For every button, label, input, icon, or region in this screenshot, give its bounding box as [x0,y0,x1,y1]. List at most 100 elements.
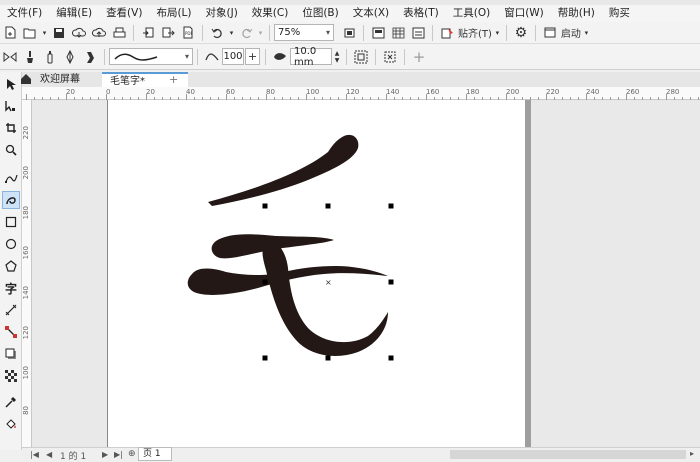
chevron-down-icon: ▾ [184,52,189,61]
cloud-download-icon[interactable] [70,24,88,42]
launch-app-label[interactable]: 启动 [561,24,581,42]
chevron-down-icon[interactable]: ▾ [41,24,48,42]
menu-table[interactable]: 表格(T) [396,5,446,22]
selection-handle[interactable] [388,203,394,209]
polygon-tool-icon[interactable] [2,257,20,275]
brush-artwork[interactable]: × [32,100,700,447]
undo-icon[interactable] [208,24,226,42]
scroll-right-icon[interactable]: ▸ [690,449,694,458]
chevron-down-icon[interactable]: ▾ [583,24,590,42]
cloud-upload-icon[interactable] [90,24,108,42]
selection-handle[interactable] [325,203,331,209]
calligraphic-icon[interactable] [61,48,79,66]
smoothing-slider-plus-icon[interactable]: + [245,48,260,65]
pick-tool-icon[interactable] [2,75,20,93]
brush-icon[interactable] [21,48,39,66]
selection-handle[interactable] [388,279,394,285]
zoom-tool-icon[interactable] [2,141,20,159]
show-guidelines-icon[interactable] [409,24,427,42]
stroke-preset-dropdown[interactable]: ▾ [109,48,193,65]
spinner-up-icon[interactable]: ▲ [335,50,340,57]
open-folder-icon[interactable] [21,24,39,42]
spinner-icon[interactable]: ▲ ▼ [333,48,341,66]
export-icon[interactable] [159,24,177,42]
gear-icon[interactable]: ⚙ [512,24,530,42]
launch-app-icon[interactable] [541,24,559,42]
trace-bitmap-icon[interactable] [381,48,399,66]
print-icon[interactable] [110,24,128,42]
toolbar-separator [133,24,134,41]
crop-tool-icon[interactable] [2,119,20,137]
connector-tool-icon[interactable] [2,323,20,341]
zoom-level-dropdown[interactable]: 75% ▾ [274,24,334,41]
stroke-width-input[interactable]: 10.0 mm [290,46,332,68]
fill-inside-icon[interactable] [352,48,370,66]
ruler-label: 40 [186,88,195,96]
sprayer-icon[interactable] [41,48,59,66]
snap-to-icon[interactable] [438,24,456,42]
drawing-canvas[interactable]: × [32,100,700,447]
menu-object[interactable]: 对象(J) [199,5,245,22]
selection-handle[interactable] [262,279,268,285]
selection-center-marker[interactable]: × [325,278,332,287]
eyedropper-tool-icon[interactable] [2,393,20,411]
redo-icon[interactable] [237,24,255,42]
shape-tool-icon[interactable] [2,97,20,115]
publish-pdf-icon[interactable]: PDF [179,24,197,42]
standard-toolbar: ▾ PDF ▾ ▾ 75% ▾ 贴齐(T) ▾ ⚙ 启动 ▾ [0,22,700,44]
menu-layout[interactable]: 布局(L) [149,5,198,22]
freehand-tool-icon[interactable] [2,169,20,187]
menu-view[interactable]: 查看(V) [99,5,149,22]
menu-bitmaps[interactable]: 位图(B) [295,5,345,22]
add-tab-icon[interactable]: + [166,72,181,87]
import-icon[interactable] [139,24,157,42]
menu-help[interactable]: 帮助(H) [551,5,602,22]
selection-handle[interactable] [388,355,394,361]
vertical-ruler[interactable]: 220 200 180 160 140 120 100 80 [22,100,32,447]
horizontal-ruler[interactable]: 20 0 20 40 60 80 100 120 140 160 180 200 220 240 260 28… [22,87,700,100]
menu-effects[interactable]: 效果(C) [245,5,296,22]
menu-file[interactable]: 文件(F) [0,5,49,22]
snap-to-label[interactable]: 贴齐(T) [458,24,492,42]
toolbar-separator [375,48,376,65]
brush-stroke-top[interactable] [208,134,359,206]
menu-tools[interactable]: 工具(O) [446,5,497,22]
ruler-label: 200 [22,166,30,180]
chevron-down-icon[interactable]: ▾ [228,24,235,42]
chevron-down-icon[interactable]: ▾ [494,24,501,42]
add-page-icon[interactable]: ⊕ [128,449,136,459]
interactive-fill-tool-icon[interactable] [2,415,20,433]
full-screen-preview-icon[interactable] [369,24,387,42]
last-page-icon[interactable]: ▶| [114,450,123,459]
menu-buy[interactable]: 购买 [602,5,637,22]
add-icon[interactable]: + [410,48,428,66]
next-page-icon[interactable]: ▶ [102,450,108,459]
ellipse-tool-icon[interactable] [2,235,20,253]
chevron-down-icon[interactable]: ▾ [257,24,264,42]
previous-page-icon[interactable]: ◀ [46,450,52,459]
artistic-media-preset-icon[interactable] [1,48,19,66]
horizontal-scrollbar[interactable] [450,450,686,459]
menu-edit[interactable]: 编辑(E) [49,5,99,22]
text-tool-icon[interactable]: 字 [2,279,20,297]
brush-stroke-vertical-hook[interactable] [262,241,389,356]
transparency-tool-icon[interactable] [2,367,20,385]
parallel-dimension-tool-icon[interactable] [2,301,20,319]
menu-window[interactable]: 窗口(W) [497,5,551,22]
save-icon[interactable] [50,24,68,42]
new-document-icon[interactable] [1,24,19,42]
drop-shadow-tool-icon[interactable] [2,345,20,363]
page-1-tab[interactable]: 页 1 [138,447,172,461]
selection-handle[interactable] [325,355,331,361]
spinner-down-icon[interactable]: ▼ [335,57,340,64]
zoom-to-page-icon[interactable] [340,24,358,42]
first-page-icon[interactable]: |◀ [30,450,39,459]
rectangle-tool-icon[interactable] [2,213,20,231]
selection-handle[interactable] [262,355,268,361]
artistic-media-tool-icon[interactable] [2,191,20,209]
menu-text[interactable]: 文本(X) [346,5,396,22]
expression-icon[interactable] [81,48,99,66]
smoothing-input[interactable]: 100 [222,48,244,65]
selection-handle[interactable] [262,203,268,209]
show-grid-icon[interactable] [389,24,407,42]
